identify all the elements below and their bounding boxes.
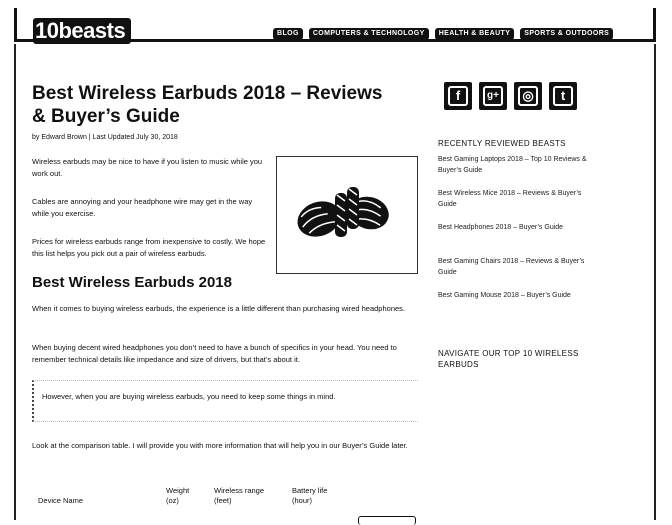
recent-reviews-list: Best Gaming Laptops 2018 – Top 10 Review…: [438, 154, 588, 324]
table-button[interactable]: [358, 516, 416, 525]
facebook-icon[interactable]: f: [444, 82, 472, 110]
twitter-glyph: t: [553, 86, 573, 106]
main-nav: BLOG COMPUTERS & TECHNOLOGY HEALTH & BEA…: [273, 28, 614, 40]
section-heading: Best Wireless Earbuds 2018: [32, 274, 232, 291]
product-image[interactable]: [276, 156, 418, 274]
google-plus-icon[interactable]: g+: [479, 82, 507, 110]
site-header: 10beasts BLOG COMPUTERS & TECHNOLOGY HEA…: [14, 8, 656, 44]
table-header-device: Device Name: [38, 496, 84, 505]
facebook-glyph: f: [448, 86, 468, 106]
nav-health-beauty[interactable]: HEALTH & BEAUTY: [434, 28, 515, 40]
nav-computers-technology[interactable]: COMPUTERS & TECHNOLOGY: [308, 28, 429, 40]
navigate-title: NAVIGATE OUR TOP 10 WIRELESS EARBUDS: [438, 349, 579, 369]
nav-blog[interactable]: BLOG: [273, 28, 303, 40]
table-header-battery: Battery life (hour): [292, 486, 328, 505]
section-paragraph: When it comes to buying wireless earbuds…: [32, 304, 405, 313]
social-icons: f g+ ◎ t: [444, 82, 577, 110]
byline: by Edward Brown | Last Updated July 30, …: [32, 134, 178, 141]
earbuds-image: [297, 187, 389, 237]
section-paragraph: When buying decent wired headphones you …: [32, 343, 397, 364]
instagram-icon[interactable]: ◎: [514, 82, 542, 110]
table-header-range: Wireless range (feet): [214, 486, 265, 505]
nav-sports-outdoors[interactable]: SPORTS & OUTDOORS: [520, 28, 614, 40]
page-title: Best Wireless Earbuds 2018 – Reviews & B…: [32, 83, 383, 127]
intro-paragraph: Prices for wireless earbuds range from i…: [32, 237, 266, 258]
recent-reviews-title: RECENTLY REVIEWED BEASTS: [438, 139, 566, 148]
callout-text: However, when you are buying wireless ea…: [42, 392, 336, 401]
google-plus-glyph: g+: [483, 86, 503, 106]
callout-box: However, when you are buying wireless ea…: [32, 380, 418, 422]
table-header-weight: Weight (oz): [166, 486, 190, 505]
recent-review-link[interactable]: Best Headphones 2018 – Buyer’s Guide: [438, 222, 588, 244]
recent-review-link[interactable]: Best Gaming Mouse 2018 – Buyer’s Guide: [438, 290, 588, 312]
intro-paragraph: Wireless earbuds may be nice to have if …: [32, 157, 263, 178]
intro-paragraph: Cables are annoying and your headphone w…: [32, 197, 253, 218]
comparison-intro: Look at the comparison table. I will pro…: [32, 441, 408, 450]
recent-review-link[interactable]: Best Gaming Chairs 2018 – Reviews & Buye…: [438, 256, 588, 278]
recent-review-link[interactable]: Best Wireless Mice 2018 – Reviews & Buye…: [438, 188, 588, 210]
recent-review-link[interactable]: Best Gaming Laptops 2018 – Top 10 Review…: [438, 154, 588, 176]
site-logo[interactable]: 10beasts: [33, 18, 132, 44]
article-main: Best Wireless Earbuds 2018 – Reviews & B…: [32, 82, 422, 128]
instagram-glyph: ◎: [518, 86, 538, 106]
twitter-icon[interactable]: t: [549, 82, 577, 110]
